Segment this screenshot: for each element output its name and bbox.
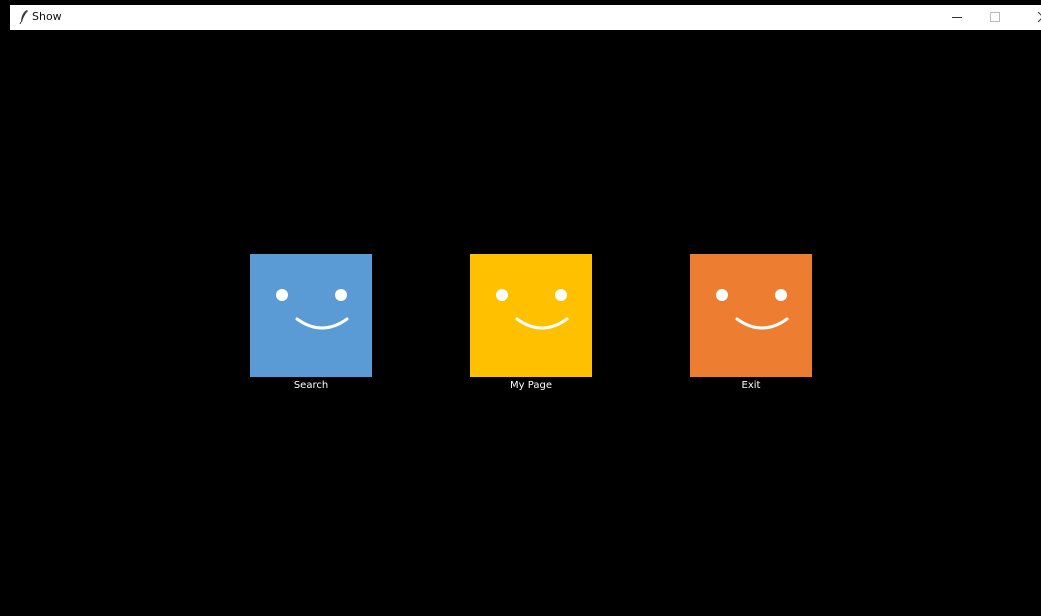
minimize-icon	[952, 17, 962, 18]
search-label: Search	[293, 380, 329, 391]
my-page-tile[interactable]: My Page	[470, 254, 592, 392]
smiley-face-icon	[690, 254, 812, 377]
my-page-button[interactable]	[470, 254, 592, 377]
search-tile[interactable]: Search	[250, 254, 372, 392]
close-button[interactable]	[1014, 5, 1041, 30]
smiley-face-icon	[250, 254, 372, 377]
exit-button[interactable]	[690, 254, 812, 377]
feather-icon	[19, 10, 28, 25]
window-title: Show	[32, 10, 62, 23]
maximize-icon	[990, 12, 1000, 22]
search-button[interactable]	[250, 254, 372, 377]
exit-tile[interactable]: Exit	[690, 254, 812, 392]
minimize-button[interactable]	[938, 5, 976, 30]
my-page-label: My Page	[510, 380, 552, 391]
app-window: Show Search My Page Exit	[0, 0, 1041, 616]
title-bar[interactable]: Show	[10, 5, 1041, 30]
close-icon	[1037, 11, 1041, 23]
exit-label: Exit	[741, 380, 761, 391]
maximize-button[interactable]	[976, 5, 1014, 30]
smiley-face-icon	[470, 254, 592, 377]
client-area: Search My Page Exit	[0, 30, 1041, 616]
